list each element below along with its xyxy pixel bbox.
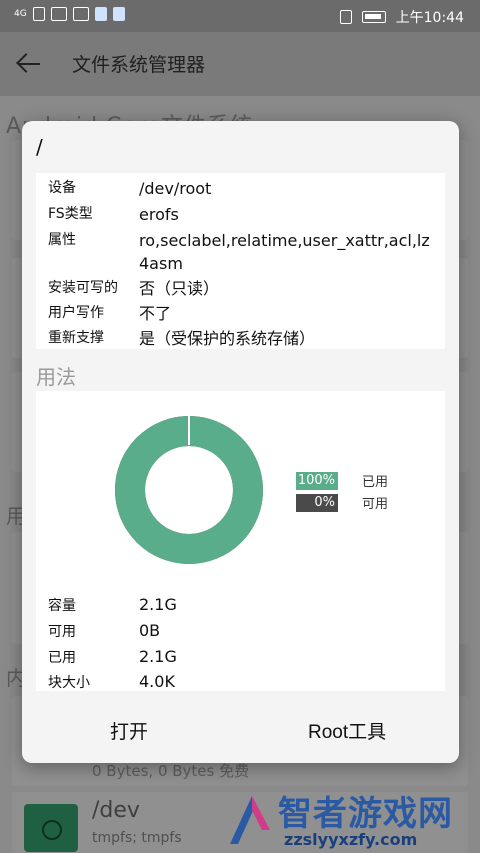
mail-icon <box>72 7 89 21</box>
cloud-icon <box>112 7 125 21</box>
info-value: 是（受保护的系统存储） <box>139 329 316 348</box>
watermark-title: 智者游戏网 <box>278 794 453 834</box>
stat-key: 块大小 <box>48 675 90 691</box>
filesystem-info-panel: 设备 /dev/root FS类型 erofs 属性 ro,seclabel,r… <box>36 173 445 349</box>
stat-value: 2.1G <box>139 647 177 666</box>
wifi-icon <box>50 7 67 21</box>
info-key: 设备 <box>48 180 76 196</box>
back-arrow-icon[interactable] <box>16 50 44 78</box>
free-space-text: 0 Bytes, 0 Bytes 免费 <box>92 762 250 780</box>
legend-free-label: 可用 <box>362 497 389 512</box>
open-button[interactable]: 打开 <box>110 717 148 744</box>
legend-used: 100% 已用 <box>296 471 388 490</box>
mute-icon <box>339 10 352 24</box>
dev-title: /dev <box>92 798 140 823</box>
info-value: erofs <box>139 205 179 224</box>
root-tools-button[interactable]: Root工具 <box>308 717 386 744</box>
legend-free-percent: 0% <box>296 493 338 512</box>
clock: 上午10:44 <box>395 10 464 26</box>
legend-used-percent: 100% <box>296 471 338 490</box>
legend-used-label: 已用 <box>362 475 389 490</box>
app-bar: 文件系统管理器 <box>0 32 480 96</box>
usage-section-title: 用法 <box>36 365 76 389</box>
watermark: 智者游戏网 zzslyyxzfy.com <box>222 786 480 853</box>
info-key: 用户写作 <box>48 305 104 321</box>
info-key: 属性 <box>48 232 76 248</box>
stat-value: 2.1G <box>139 595 177 614</box>
app-title: 文件系统管理器 <box>72 54 206 76</box>
stat-key: 已用 <box>48 650 76 666</box>
dev-subtitle: tmpfs; tmpfs <box>92 830 182 846</box>
info-value: 不了 <box>139 304 172 323</box>
mount-path: / <box>36 135 43 159</box>
watermark-logo-icon <box>230 796 270 844</box>
filesystem-details-dialog: / 设备 /dev/root FS类型 erofs 属性 ro,seclabel… <box>22 121 459 763</box>
stat-value: 0B <box>139 621 161 640</box>
shield-icon <box>94 7 107 21</box>
dialog-actions: 打开 Root工具 <box>22 703 459 763</box>
folder-clock-icon <box>24 804 78 852</box>
info-value: /dev/root <box>139 179 212 198</box>
donut-used-segment <box>115 416 263 564</box>
stat-key: 容量 <box>48 598 76 614</box>
info-value: 否（只读） <box>139 279 220 298</box>
info-key: 重新支撑 <box>48 330 104 346</box>
watermark-url: zzslyyxzfy.com <box>284 830 418 849</box>
usage-panel: 100% 已用 0% 可用 容量 2.1G 可用 0B 已用 2.1G 块大小 … <box>36 391 445 691</box>
info-key: 安装可写的 <box>48 280 118 296</box>
info-key: FS类型 <box>48 206 93 222</box>
signal-icon <box>32 7 45 21</box>
battery-icon <box>361 11 386 23</box>
legend-free: 0% 可用 <box>296 493 388 512</box>
usage-donut-chart <box>115 415 263 564</box>
status-bar: 4G 上午10:44 <box>0 0 480 32</box>
network-type-label: 4G <box>14 9 27 19</box>
stat-key: 可用 <box>48 624 76 640</box>
stat-value: 4.0K <box>139 672 175 691</box>
info-value: ro,seclabel,relatime,user_xattr,acl,lz4a… <box>139 231 430 273</box>
